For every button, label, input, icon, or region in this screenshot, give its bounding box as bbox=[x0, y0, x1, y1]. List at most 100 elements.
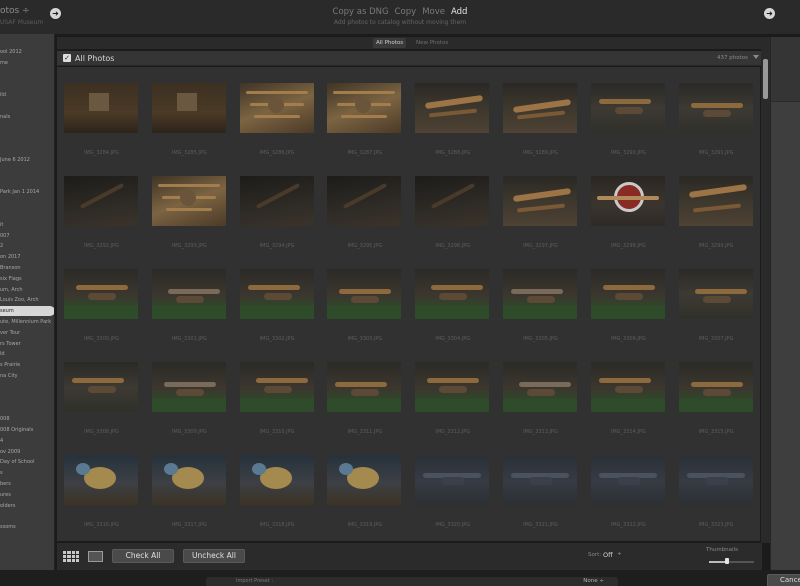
scrollbar-thumb[interactable] bbox=[763, 59, 768, 99]
photo-cell[interactable]: IMG_3294.JPG bbox=[234, 160, 321, 253]
source-folder-item[interactable] bbox=[0, 198, 54, 208]
photo-cell[interactable]: IMG_3317.JPG bbox=[146, 439, 233, 532]
photo-thumbnail[interactable] bbox=[590, 83, 665, 133]
check-all-button[interactable]: Check All bbox=[112, 549, 174, 563]
photo-thumbnail[interactable] bbox=[590, 176, 665, 226]
photo-cell[interactable]: IMG_3305.JPG bbox=[497, 253, 584, 346]
photo-thumbnail[interactable] bbox=[415, 362, 490, 412]
photo-cell[interactable]: IMG_3300.JPG bbox=[58, 253, 145, 346]
source-folder-item[interactable]: Day of School bbox=[0, 457, 54, 467]
source-folder-item[interactable]: 4 bbox=[0, 436, 54, 446]
source-folder-item[interactable]: s bbox=[0, 468, 54, 478]
photo-cell[interactable]: IMG_3297.JPG bbox=[497, 160, 584, 253]
uncheck-all-button[interactable]: Uncheck All bbox=[183, 549, 245, 563]
grid-scrollbar[interactable] bbox=[761, 37, 770, 543]
mode-add[interactable]: Add bbox=[451, 7, 467, 17]
photo-cell[interactable]: IMG_3312.JPG bbox=[409, 346, 496, 439]
photo-thumbnail[interactable] bbox=[678, 455, 753, 505]
photo-thumbnail[interactable] bbox=[151, 362, 226, 412]
photo-cell[interactable]: IMG_3321.JPG bbox=[497, 439, 584, 532]
photo-thumbnail[interactable] bbox=[503, 362, 577, 412]
photo-thumbnail[interactable] bbox=[239, 176, 314, 226]
source-folder-item[interactable] bbox=[0, 511, 54, 521]
grid-view-icon[interactable] bbox=[63, 551, 79, 562]
photo-thumbnail[interactable] bbox=[327, 362, 402, 412]
tab-all-photos[interactable]: All Photos bbox=[373, 38, 407, 48]
photo-cell[interactable]: IMG_3284.JPG bbox=[58, 67, 145, 160]
photo-cell[interactable]: IMG_3295.JPG bbox=[321, 160, 408, 253]
photo-cell[interactable]: IMG_3299.JPG bbox=[673, 160, 760, 253]
source-folder-item[interactable] bbox=[0, 101, 54, 111]
photo-cell[interactable]: IMG_3291.JPG bbox=[673, 67, 760, 160]
photo-thumbnail[interactable] bbox=[239, 362, 314, 412]
photo-cell[interactable]: IMG_3306.JPG bbox=[585, 253, 672, 346]
source-folder-item[interactable]: on 2017 bbox=[0, 252, 54, 262]
photo-cell[interactable]: IMG_3289.JPG bbox=[497, 67, 584, 160]
source-folder-item[interactable] bbox=[0, 79, 54, 89]
mode-copy-as-dng[interactable]: Copy as DNG bbox=[333, 7, 389, 17]
photo-thumbnail[interactable] bbox=[151, 269, 226, 319]
photo-thumbnail[interactable] bbox=[415, 455, 490, 505]
photo-thumbnail[interactable] bbox=[678, 362, 753, 412]
import-preset-bar[interactable]: Import Preset : None ÷ bbox=[206, 577, 618, 586]
source-folder-item[interactable]: bers bbox=[0, 479, 54, 489]
photo-thumbnail[interactable] bbox=[590, 455, 665, 505]
source-folder-item[interactable]: 2 bbox=[0, 241, 54, 251]
source-folder-item[interactable]: ures bbox=[0, 490, 54, 500]
photo-thumbnail[interactable] bbox=[151, 455, 226, 505]
source-folder-item[interactable] bbox=[0, 123, 54, 133]
source-folder-item[interactable]: ssoms bbox=[0, 522, 54, 532]
source-folder-item[interactable]: 007 bbox=[0, 231, 54, 241]
photo-cell[interactable]: IMG_3320.JPG bbox=[409, 439, 496, 532]
photo-cell[interactable]: IMG_3315.JPG bbox=[673, 346, 760, 439]
photo-thumbnail[interactable] bbox=[503, 455, 577, 505]
source-folder-item[interactable]: ild bbox=[0, 90, 54, 100]
photo-cell[interactable]: IMG_3307.JPG bbox=[673, 253, 760, 346]
photo-cell[interactable]: IMG_3303.JPG bbox=[321, 253, 408, 346]
photo-thumbnail[interactable] bbox=[415, 269, 490, 319]
source-folder-item[interactable]: ld bbox=[0, 349, 54, 359]
tab-new-photos[interactable]: New Photos bbox=[413, 38, 451, 48]
source-folder-item[interactable] bbox=[0, 144, 54, 154]
photo-thumbnail[interactable] bbox=[64, 362, 138, 412]
photo-thumbnail[interactable] bbox=[239, 269, 314, 319]
source-folder-item[interactable]: 008 Originals bbox=[0, 425, 54, 435]
photo-cell[interactable]: IMG_3314.JPG bbox=[585, 346, 672, 439]
photo-cell[interactable]: IMG_3309.JPG bbox=[146, 346, 233, 439]
photo-thumbnail[interactable] bbox=[327, 176, 402, 226]
photo-thumbnail[interactable] bbox=[415, 83, 490, 133]
photo-cell[interactable]: IMG_3285.JPG bbox=[146, 67, 233, 160]
source-folder-item[interactable] bbox=[0, 209, 54, 219]
photo-cell[interactable]: IMG_3322.JPG bbox=[585, 439, 672, 532]
photo-thumbnail[interactable] bbox=[327, 83, 402, 133]
source-folder-item[interactable]: me bbox=[0, 58, 54, 68]
photo-thumbnail[interactable] bbox=[239, 455, 314, 505]
source-folder-item[interactable]: nals bbox=[0, 112, 54, 122]
source-folder-item[interactable]: Park Jan 1 2014 bbox=[0, 187, 54, 197]
photo-cell[interactable]: IMG_3292.JPG bbox=[58, 160, 145, 253]
source-folder-item[interactable]: seum bbox=[0, 306, 54, 317]
photo-cell[interactable]: IMG_3290.JPG bbox=[585, 67, 672, 160]
photo-cell[interactable]: IMG_3302.JPG bbox=[234, 253, 321, 346]
thumbnail-slider-knob[interactable] bbox=[725, 558, 729, 564]
photo-cell[interactable]: IMG_3286.JPG bbox=[234, 67, 321, 160]
photo-thumbnail[interactable] bbox=[64, 83, 138, 133]
photo-cell[interactable]: IMG_3319.JPG bbox=[321, 439, 408, 532]
photo-cell[interactable]: IMG_3293.JPG bbox=[146, 160, 233, 253]
sort-chevron-icon[interactable]: ÷ bbox=[617, 551, 622, 557]
source-folder-item[interactable] bbox=[0, 177, 54, 187]
select-all-checkbox[interactable]: ✓ bbox=[63, 54, 71, 62]
source-folder-item[interactable]: 008 bbox=[0, 414, 54, 424]
nav-arrow-right-icon[interactable]: ➜ bbox=[764, 8, 775, 19]
import-preset-dropdown[interactable]: None ÷ bbox=[583, 578, 604, 584]
photo-thumbnail[interactable] bbox=[327, 269, 402, 319]
photo-cell[interactable]: IMG_3288.JPG bbox=[409, 67, 496, 160]
source-folder-item[interactable] bbox=[0, 403, 54, 413]
photo-thumbnail[interactable] bbox=[678, 269, 753, 319]
photo-thumbnail[interactable] bbox=[151, 83, 226, 133]
source-folder-item[interactable]: ov 2009 bbox=[0, 447, 54, 457]
photo-cell[interactable]: IMG_3310.JPG bbox=[234, 346, 321, 439]
source-folder-item[interactable]: it bbox=[0, 220, 54, 230]
photo-cell[interactable]: IMG_3308.JPG bbox=[58, 346, 145, 439]
photo-cell[interactable]: IMG_3323.JPG bbox=[673, 439, 760, 532]
